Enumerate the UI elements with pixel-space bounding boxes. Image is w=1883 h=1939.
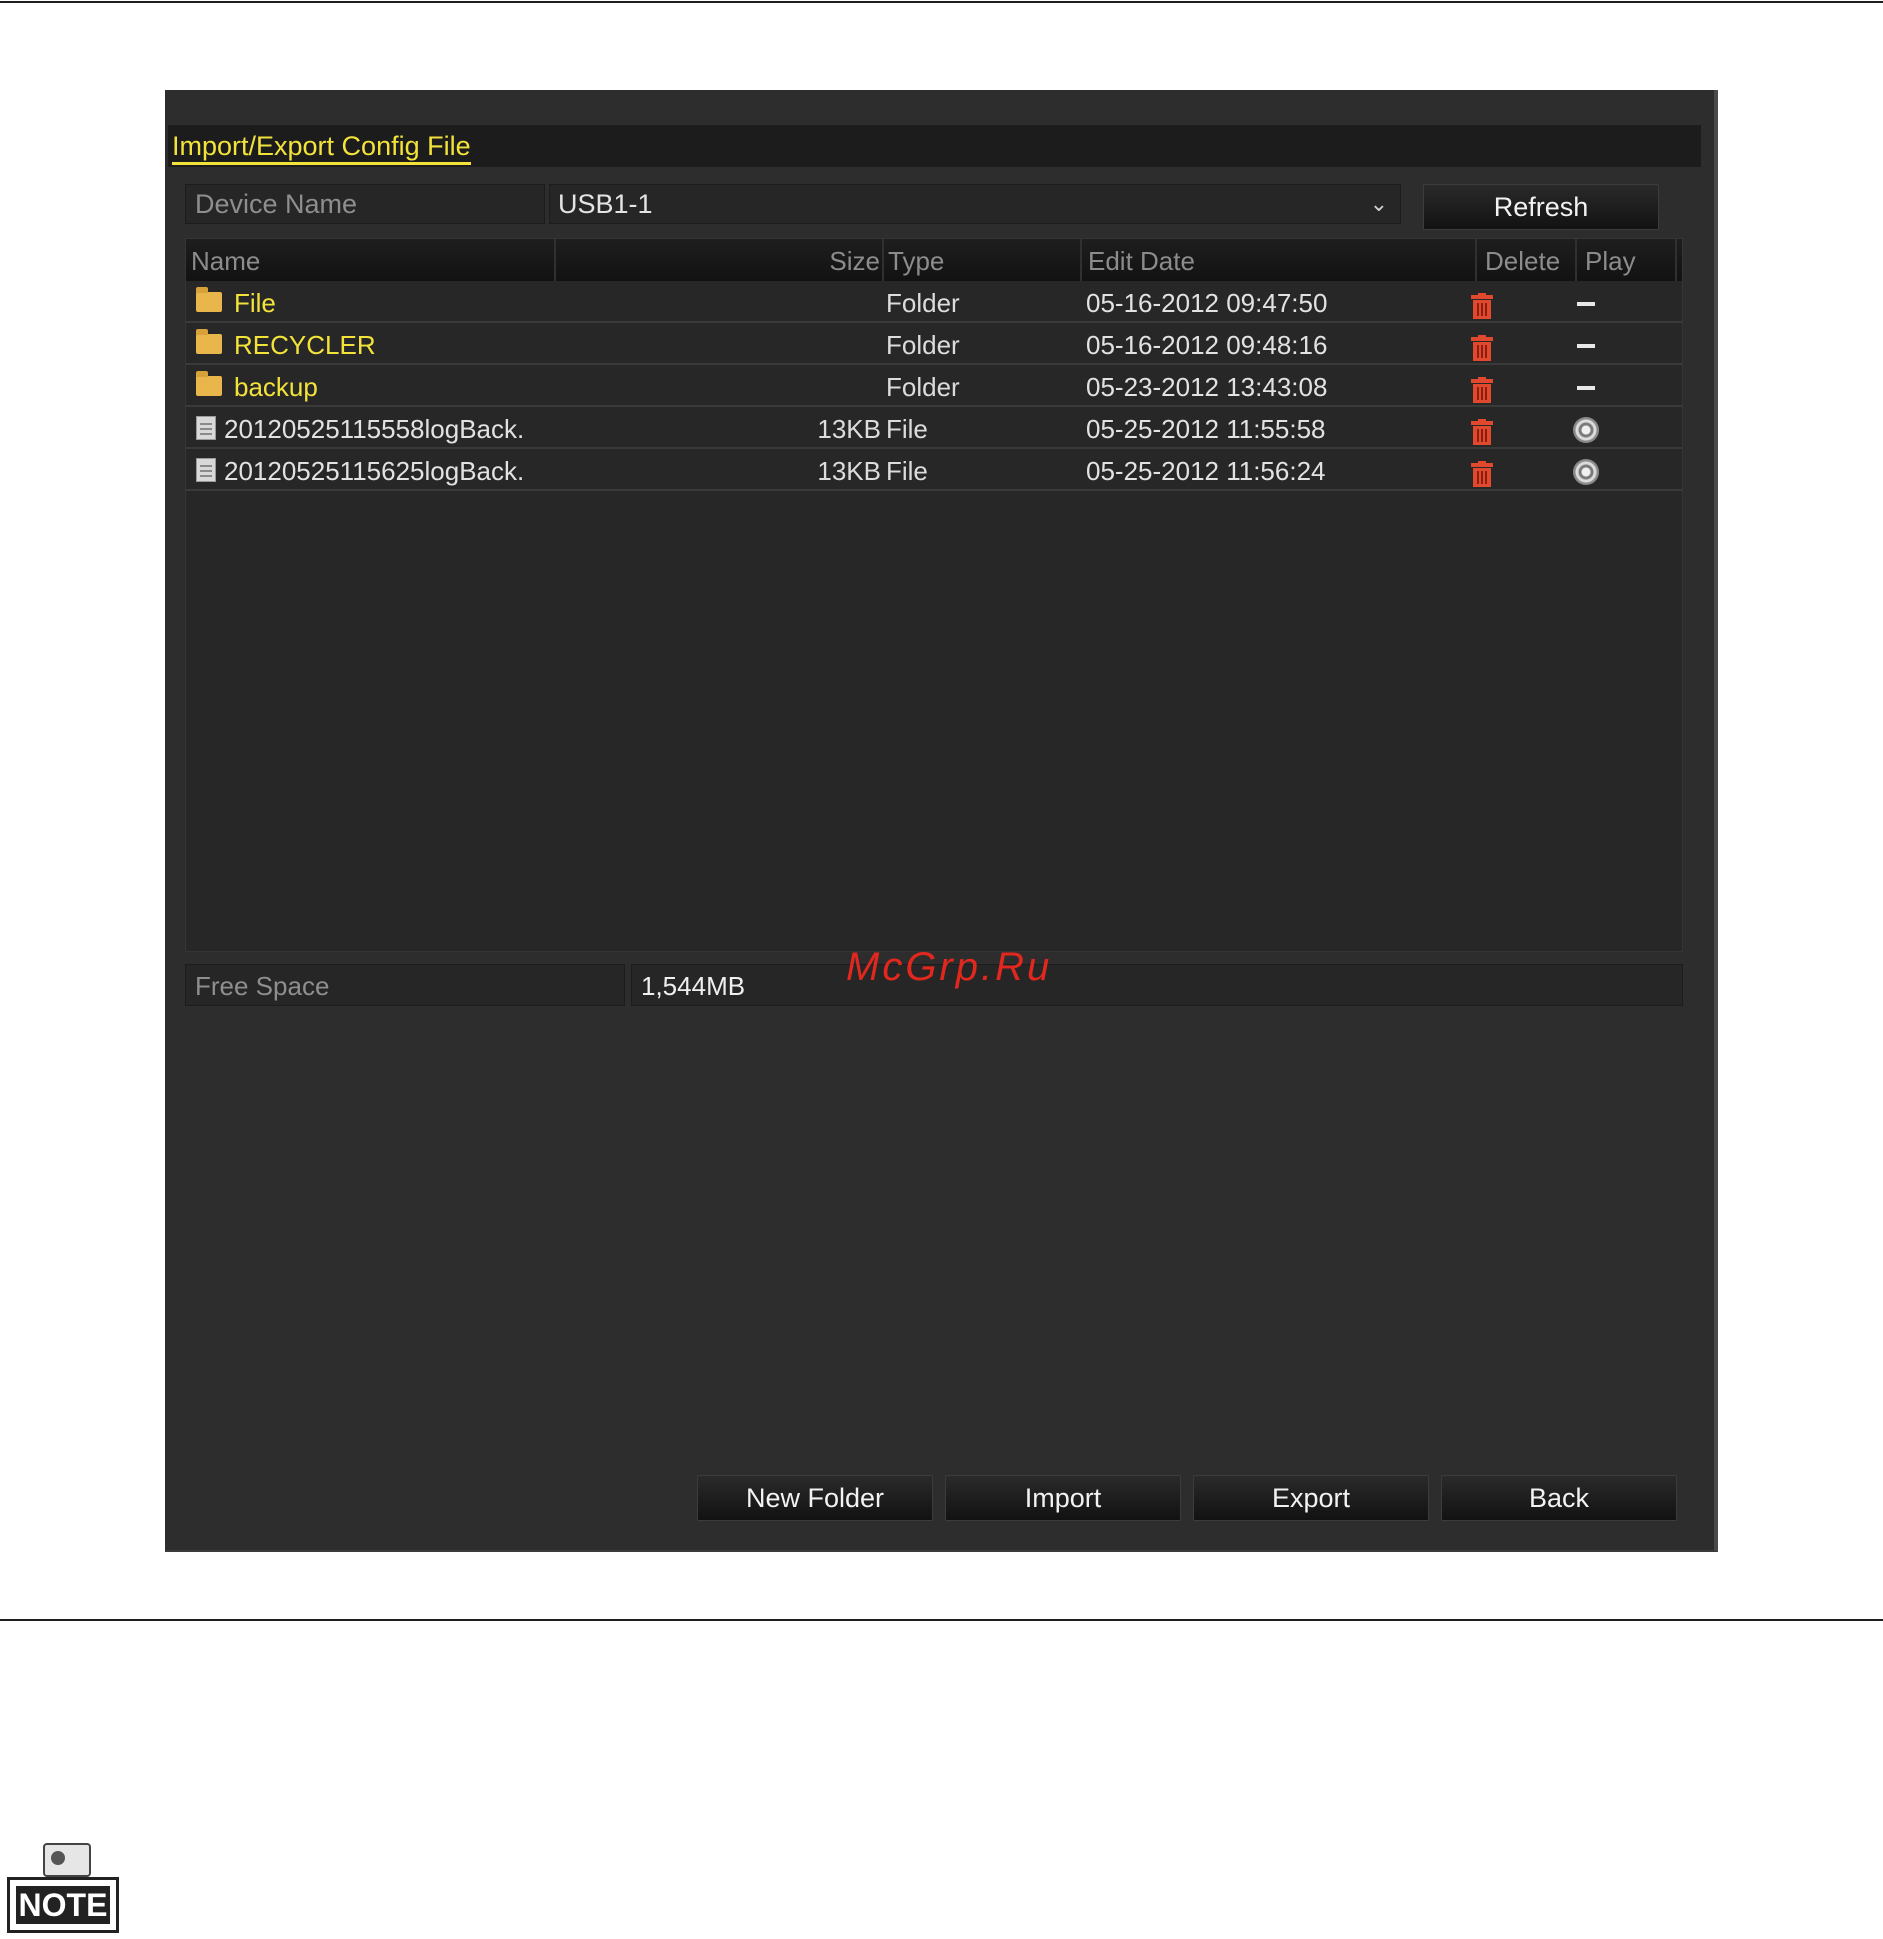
file-name-cell[interactable]: File	[196, 282, 566, 322]
table-row[interactable]: backup Folder 05-23-2012 13:43:08	[186, 366, 1682, 407]
file-icon	[196, 416, 216, 441]
delete-button[interactable]	[1471, 366, 1501, 406]
trash-icon[interactable]	[1471, 377, 1493, 403]
camera-icon	[43, 1843, 91, 1877]
device-name-select[interactable]: USB1-1 ⌄	[549, 184, 1401, 224]
play-icon[interactable]	[1573, 417, 1599, 443]
file-type: Folder	[886, 288, 960, 318]
header-name[interactable]: Name	[186, 239, 556, 281]
file-icon	[196, 458, 216, 483]
play-button[interactable]	[1566, 450, 1606, 490]
file-type: Folder	[886, 372, 960, 402]
file-type: File	[886, 456, 928, 486]
title-bar: Import/Export Config File	[168, 125, 1701, 167]
file-type: File	[886, 414, 928, 444]
page-bottom-rule	[0, 1619, 1883, 1621]
file-size	[556, 366, 881, 406]
table-row[interactable]: 20120525115558logBack. 13KB File 05-25-2…	[186, 408, 1682, 449]
dash-icon	[1577, 302, 1595, 306]
file-edit-date: 05-25-2012 11:56:24	[1086, 456, 1326, 486]
play-cell	[1566, 324, 1606, 364]
back-button[interactable]: Back	[1441, 1475, 1677, 1521]
file-name: RECYCLER	[234, 330, 376, 360]
trash-icon[interactable]	[1471, 293, 1493, 319]
window-title: Import/Export Config File	[172, 131, 471, 165]
file-edit-date: 05-25-2012 11:55:58	[1086, 414, 1326, 444]
file-edit-date: 05-16-2012 09:47:50	[1086, 288, 1328, 318]
file-size: 13KB	[817, 456, 881, 486]
delete-button[interactable]	[1471, 282, 1501, 322]
trash-icon[interactable]	[1471, 419, 1493, 445]
folder-icon	[196, 371, 222, 397]
table-row[interactable]: 20120525115625logBack. 13KB File 05-25-2…	[186, 450, 1682, 491]
delete-button[interactable]	[1471, 450, 1501, 490]
play-icon[interactable]	[1573, 459, 1599, 485]
header-size[interactable]: Size	[556, 239, 884, 281]
dash-icon	[1577, 386, 1595, 390]
note-label: NOTE	[16, 1886, 110, 1924]
file-name: File	[234, 288, 276, 318]
file-table: Name Size Type Edit Date Delete Play Fil…	[185, 238, 1683, 952]
folder-icon	[196, 329, 222, 355]
table-row[interactable]: RECYCLER Folder 05-16-2012 09:48:16	[186, 324, 1682, 365]
note-graphic: NOTE	[7, 1843, 119, 1935]
file-type: Folder	[886, 330, 960, 360]
header-play: Play	[1577, 239, 1677, 281]
table-header: Name Size Type Edit Date Delete Play	[186, 239, 1682, 281]
folder-icon	[196, 287, 222, 313]
table-row[interactable]: File Folder 05-16-2012 09:47:50	[186, 282, 1682, 323]
note-box: NOTE	[7, 1877, 119, 1933]
refresh-button[interactable]: Refresh	[1423, 184, 1659, 230]
file-size: 13KB	[817, 414, 881, 444]
file-name: backup	[234, 372, 318, 402]
free-space-label: Free Space	[185, 964, 625, 1006]
dash-icon	[1577, 344, 1595, 348]
new-folder-button[interactable]: New Folder	[697, 1475, 933, 1521]
watermark: McGrp.Ru	[846, 945, 1053, 989]
file-name-cell[interactable]: 20120525115558logBack.	[196, 408, 566, 448]
play-button[interactable]	[1566, 408, 1606, 448]
header-edit-date[interactable]: Edit Date	[1082, 239, 1477, 281]
import-button[interactable]: Import	[945, 1475, 1181, 1521]
trash-icon[interactable]	[1471, 461, 1493, 487]
play-cell	[1566, 366, 1606, 406]
play-cell	[1566, 282, 1606, 322]
header-delete: Delete	[1477, 239, 1577, 281]
config-file-window: Import/Export Config File Device Name US…	[165, 90, 1718, 1552]
file-name: 20120525115625logBack.	[224, 456, 525, 486]
header-type[interactable]: Type	[884, 239, 1082, 281]
file-name-cell[interactable]: 20120525115625logBack.	[196, 450, 566, 490]
file-name: 20120525115558logBack.	[224, 414, 525, 444]
device-name-label: Device Name	[185, 184, 545, 224]
export-button[interactable]: Export	[1193, 1475, 1429, 1521]
free-space-value: 1,544MB	[631, 964, 1683, 1006]
file-edit-date: 05-23-2012 13:43:08	[1086, 372, 1328, 402]
delete-button[interactable]	[1471, 408, 1501, 448]
file-size	[556, 324, 881, 364]
device-name-value: USB1-1	[558, 189, 653, 219]
file-size	[556, 282, 881, 322]
file-name-cell[interactable]: backup	[196, 366, 566, 406]
delete-button[interactable]	[1471, 324, 1501, 364]
file-name-cell[interactable]: RECYCLER	[196, 324, 566, 364]
trash-icon[interactable]	[1471, 335, 1493, 361]
file-edit-date: 05-16-2012 09:48:16	[1086, 330, 1328, 360]
page-top-rule	[0, 1, 1883, 3]
chevron-down-icon[interactable]: ⌄	[1370, 185, 1388, 223]
